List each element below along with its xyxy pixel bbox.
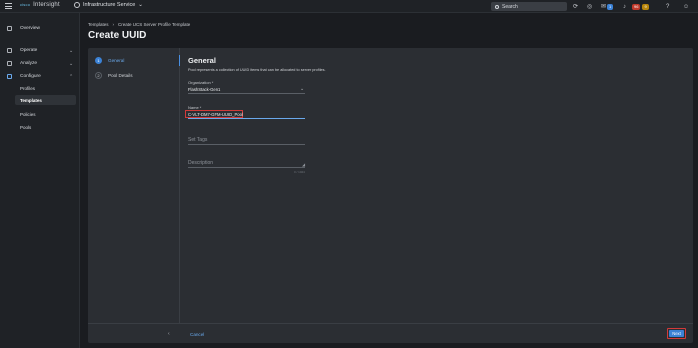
cisco-logo: cisco (20, 2, 31, 7)
alerts[interactable]: 96 9 (632, 2, 649, 11)
service-selector[interactable]: Infrastructure Service ⌄ (74, 2, 143, 8)
sidebar-item-templates[interactable]: Templates (20, 98, 42, 103)
name-underline (188, 118, 305, 119)
chevron-down-icon: ⌄ (138, 2, 143, 8)
sidebar-item-label: Configure (20, 74, 41, 79)
menu-icon[interactable] (5, 3, 12, 9)
sidebar-item-policies[interactable]: Policies (20, 112, 36, 117)
step-number: 1 (95, 57, 102, 64)
operate-icon (7, 48, 12, 53)
notify-badge: 1 (607, 3, 614, 10)
organization-label: Organization * (188, 80, 214, 85)
bell-icon[interactable]: ♪ (623, 2, 626, 11)
description-counter: 0 / 1024 (294, 170, 305, 174)
service-icon (74, 2, 80, 8)
section-title: General (188, 56, 216, 65)
sidebar-item-pools[interactable]: Pools (20, 125, 31, 130)
alert-yellow-badge: 9 (642, 3, 649, 10)
next-button[interactable]: Next (669, 330, 684, 337)
sidebar-item-label: Operate (20, 48, 38, 53)
search-icon (495, 4, 499, 9)
sidebar-item-label: Overview (20, 26, 40, 31)
organization-select[interactable]: FlashStack-Gen1 (188, 87, 220, 92)
analyze-icon (7, 61, 12, 66)
sidebar-item-label: Analyze (20, 61, 38, 66)
wizard-footer: ‹ Cancel Next (88, 323, 693, 343)
step-general[interactable]: 1 General (95, 57, 124, 64)
app-name: Intersight (33, 2, 60, 8)
configure-icon (7, 74, 12, 79)
sidebar-item-overview[interactable]: Overview (0, 23, 80, 34)
name-input[interactable]: C-VLT-DM7-GFM-UUID_Pool (188, 112, 243, 117)
cancel-button[interactable]: Cancel (190, 332, 204, 337)
breadcrumb-current[interactable]: Create UCS Server Profile Template (118, 22, 190, 27)
next-highlight-box: Next (667, 328, 686, 339)
user-icon[interactable]: ☺ (683, 2, 689, 11)
chevron-down-icon: ⌄ (300, 86, 305, 92)
top-bar: cisco Intersight Infrastructure Service ⌄… (0, 0, 698, 13)
announcement-icon[interactable]: ✉ 1 (601, 2, 614, 11)
chevron-down-icon: ⌄ (69, 47, 74, 54)
description-textarea[interactable]: Description (188, 160, 213, 166)
help-icon[interactable]: ? (666, 2, 669, 11)
step-label: General (108, 58, 125, 63)
step-pool-details[interactable]: 2 Pool Details (95, 72, 133, 79)
page-title: Create UUID (88, 30, 147, 41)
service-label: Infrastructure Service (83, 2, 136, 8)
breadcrumb: Templates › Create UCS Server Profile Te… (88, 22, 190, 27)
wizard-card: 1 General 2 Pool Details General Pool re… (88, 48, 693, 343)
breadcrumb-link-templates[interactable]: Templates (88, 22, 109, 27)
overview-icon (7, 26, 12, 31)
sidebar-item-profiles[interactable]: Profiles (20, 86, 35, 91)
step-label: Pool Details (108, 73, 133, 78)
search-label: Search (502, 3, 518, 10)
sidebar-item-operate[interactable]: Operate ⌄ (0, 45, 80, 56)
tags-underline (188, 144, 305, 145)
refresh-icon[interactable]: ⟳ (573, 2, 578, 11)
organization-underline (188, 93, 305, 94)
sidebar-item-analyze[interactable]: Analyze ⌄ (0, 58, 80, 69)
sidebar: Overview Operate ⌄ Analyze ⌄ Configure ⌃… (0, 13, 80, 348)
chevron-up-icon: ⌃ (69, 73, 74, 80)
search-input[interactable]: Search (491, 2, 567, 11)
check-circle-icon[interactable]: ◎ (587, 2, 592, 11)
chevron-down-icon: ⌄ (69, 60, 74, 67)
tags-input[interactable]: Set Tags (188, 137, 207, 143)
section-description: Pool represents a collection of UUID ite… (188, 68, 326, 72)
description-underline (188, 167, 305, 168)
wizard-steps: 1 General 2 Pool Details (88, 48, 180, 323)
breadcrumb-separator: › (112, 22, 115, 27)
collapse-chevron-icon[interactable]: ‹ (168, 331, 170, 337)
sidebar-item-configure[interactable]: Configure ⌃ (0, 71, 80, 82)
step-number: 2 (95, 72, 102, 79)
active-step-indicator (179, 55, 180, 66)
app-logo: cisco Intersight (20, 2, 60, 8)
alert-red-badge: 96 (632, 3, 641, 10)
